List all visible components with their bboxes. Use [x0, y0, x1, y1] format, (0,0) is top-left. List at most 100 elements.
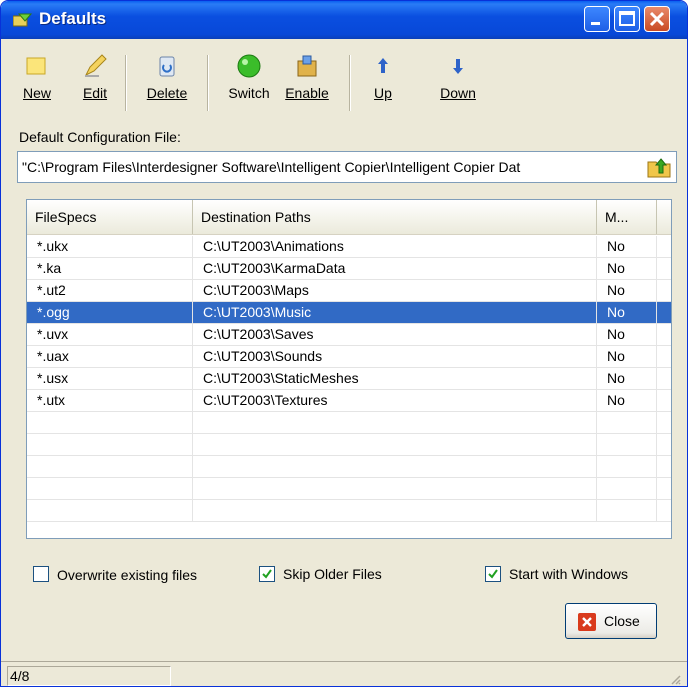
overwrite-checkbox-box[interactable] [33, 566, 49, 582]
start-with-windows-label: Start with Windows [509, 566, 629, 582]
new-button[interactable]: New [17, 53, 57, 101]
cell-filespec: *.usx [27, 368, 193, 390]
cell-spare [657, 368, 671, 390]
cell-m: No [597, 302, 657, 324]
browse-folder-icon[interactable] [646, 154, 672, 180]
skip-older-checkbox-box[interactable] [259, 566, 275, 582]
arrow-up-icon [378, 58, 388, 73]
table-row[interactable]: *.ogg C:\UT2003\Music No [27, 302, 671, 324]
enable-icon [297, 55, 317, 77]
new-icon [26, 57, 46, 75]
start-with-windows-checkbox[interactable]: Start with Windows [485, 566, 628, 582]
recycle-bin-icon [159, 56, 175, 77]
resize-grip-icon[interactable] [669, 673, 681, 685]
pencil-icon [84, 54, 107, 77]
down-button[interactable]: Down [433, 53, 483, 101]
edit-label: Edit [82, 85, 108, 101]
new-label: New [22, 85, 51, 101]
toolbar-separator [125, 55, 127, 111]
cell-destination: C:\UT2003\Saves [193, 324, 597, 346]
table-row[interactable]: *.usx C:\UT2003\StaticMeshes No [27, 368, 671, 390]
cell-destination: C:\UT2003\Music [193, 302, 597, 324]
cell-spare [657, 302, 671, 324]
cell-m: No [597, 346, 657, 368]
config-file-path: "C:\Program Files\Interdesigner Software… [22, 159, 521, 175]
close-icon [649, 11, 665, 27]
cell-m: No [597, 368, 657, 390]
up-button[interactable]: Up [365, 53, 401, 101]
maximize-icon [619, 11, 635, 26]
checkmark-icon [488, 569, 498, 579]
cell-m [597, 456, 657, 478]
cell-filespec [27, 478, 193, 500]
title-bar[interactable]: Defaults [1, 1, 687, 39]
cell-spare [657, 346, 671, 368]
cell-spare [657, 390, 671, 412]
cell-destination [193, 478, 597, 500]
table-row[interactable] [27, 500, 671, 522]
cell-destination: C:\UT2003\KarmaData [193, 258, 597, 280]
cell-destination [193, 434, 597, 456]
app-icon [13, 13, 33, 27]
start-with-windows-checkbox-box[interactable] [485, 566, 501, 582]
maximize-button[interactable] [614, 6, 640, 32]
arrow-down-icon [453, 59, 463, 74]
toolbar-separator [207, 55, 209, 111]
delete-button[interactable]: Delete [139, 53, 195, 101]
cell-filespec: *.uvx [27, 324, 193, 346]
file-specs-table[interactable]: FileSpecs Destination Paths M... *.ukx C:… [26, 199, 672, 539]
cell-filespec [27, 412, 193, 434]
edit-button[interactable]: Edit [75, 53, 115, 101]
enable-button[interactable]: Enable [279, 53, 335, 101]
table-row[interactable]: *.ka C:\UT2003\KarmaData No [27, 258, 671, 280]
cell-spare [657, 456, 671, 478]
overwrite-checkbox[interactable]: Overwrite existing files [33, 566, 197, 583]
cell-filespec [27, 434, 193, 456]
checkmark-icon [262, 569, 272, 579]
cell-destination: C:\UT2003\StaticMeshes [193, 368, 597, 390]
table-row[interactable]: *.ukx C:\UT2003\Animations No [27, 236, 671, 258]
window-title: Defaults [39, 9, 107, 28]
table-header: FileSpecs Destination Paths M... [27, 200, 671, 235]
cell-spare [657, 478, 671, 500]
status-position: 4/8 [7, 666, 171, 686]
toolbar: New Edit Delete Switch Enable Up Down [9, 45, 677, 121]
cell-m: No [597, 258, 657, 280]
cell-spare [657, 500, 671, 522]
cell-filespec [27, 456, 193, 478]
config-file-field[interactable]: "C:\Program Files\Interdesigner Software… [17, 151, 677, 183]
cell-m [597, 434, 657, 456]
cell-filespec: *.uax [27, 346, 193, 368]
switch-button[interactable]: Switch [221, 53, 277, 101]
close-button[interactable]: Close [565, 603, 657, 639]
table-row[interactable]: *.ut2 C:\UT2003\Maps No [27, 280, 671, 302]
cell-spare [657, 434, 671, 456]
table-row[interactable] [27, 434, 671, 456]
table-row[interactable] [27, 478, 671, 500]
cell-destination: C:\UT2003\Animations [193, 236, 597, 258]
close-window-button[interactable] [644, 6, 670, 32]
cell-filespec [27, 500, 193, 522]
cell-m: No [597, 324, 657, 346]
cell-spare [657, 236, 671, 258]
table-row[interactable]: *.uax C:\UT2003\Sounds No [27, 346, 671, 368]
table-row[interactable]: *.uvx C:\UT2003\Saves No [27, 324, 671, 346]
green-light-icon [237, 54, 261, 78]
column-header-destination[interactable]: Destination Paths [193, 200, 597, 234]
cell-m: No [597, 390, 657, 412]
cell-m: No [597, 280, 657, 302]
switch-label: Switch [228, 85, 270, 101]
defaults-window: Defaults New Edit Delete Switch Enable U… [0, 0, 688, 687]
status-bar: 4/8 [1, 661, 687, 686]
minimize-icon [591, 22, 600, 25]
close-x-icon [578, 613, 596, 631]
minimize-button[interactable] [584, 6, 610, 32]
skip-older-checkbox[interactable]: Skip Older Files [259, 566, 382, 582]
column-header-m[interactable]: M... [597, 200, 657, 234]
table-row[interactable] [27, 456, 671, 478]
overwrite-label: Overwrite existing files [57, 567, 198, 583]
table-row[interactable] [27, 412, 671, 434]
cell-filespec: *.utx [27, 390, 193, 412]
table-row[interactable]: *.utx C:\UT2003\Textures No [27, 390, 671, 412]
column-header-filespecs[interactable]: FileSpecs [27, 200, 193, 234]
